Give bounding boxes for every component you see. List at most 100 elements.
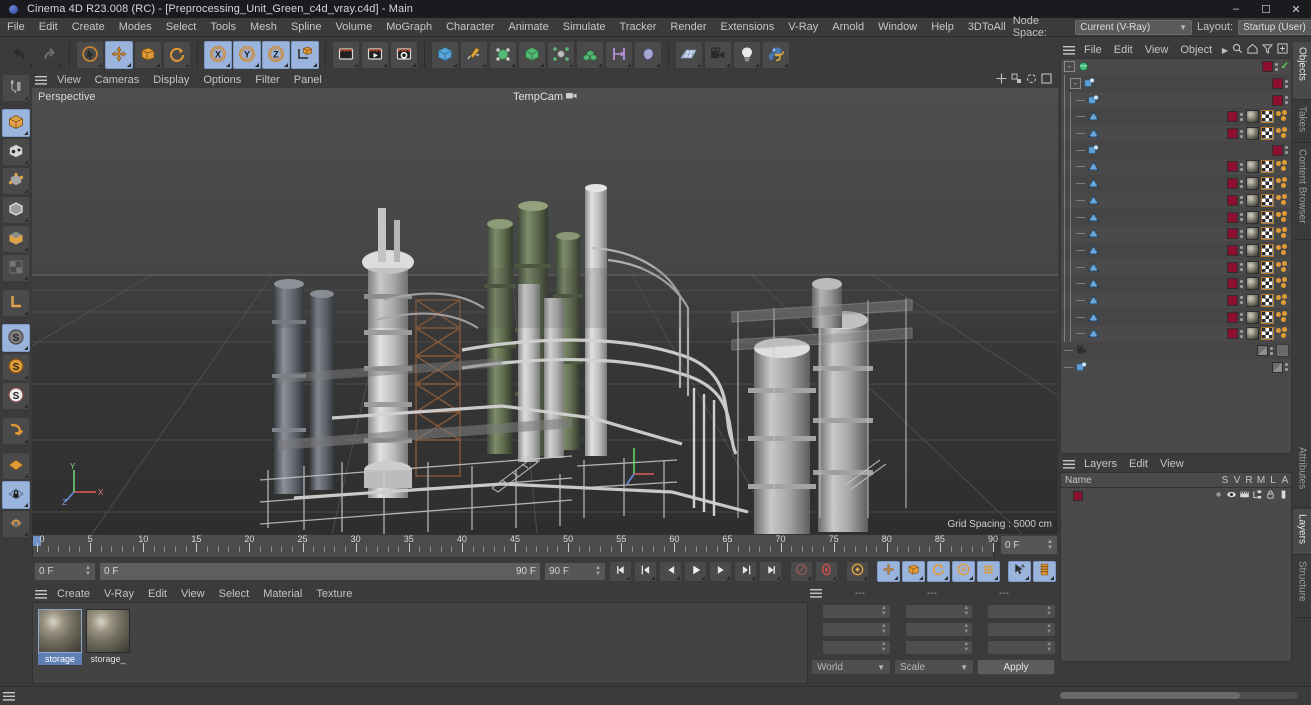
texture-tag-icon[interactable] [1261, 160, 1274, 174]
position-x-input[interactable]: ▲ ▼ [822, 603, 891, 619]
stepper-icon[interactable]: ▲ ▼ [1047, 539, 1053, 551]
coordinate-mode-select[interactable]: Scale ▼ [894, 659, 974, 675]
visibility-dots[interactable] [1240, 179, 1244, 188]
material-menu-material[interactable]: Material [256, 586, 309, 602]
visibility-dots[interactable] [1270, 346, 1274, 355]
material-tag-icon[interactable] [1246, 127, 1259, 141]
object-row[interactable] [1061, 291, 1291, 310]
visibility-dots[interactable] [1240, 112, 1244, 121]
vertical-tab-takes[interactable]: Takes [1293, 101, 1311, 143]
viewport-maximize-icon[interactable] [1041, 73, 1052, 87]
apply-button[interactable]: Apply [977, 659, 1055, 675]
menu-select[interactable]: Select [159, 18, 204, 37]
viewport-menu-panel[interactable]: Panel [287, 72, 329, 88]
viewport-menu-view[interactable]: View [50, 72, 88, 88]
layer-menu-view[interactable]: View [1154, 456, 1190, 472]
texture-tag-icon[interactable] [1261, 260, 1274, 274]
size-z-input[interactable]: ▲ ▼ [904, 639, 974, 655]
material-tag-icon[interactable] [1246, 260, 1259, 274]
viewport-move-icon[interactable] [996, 73, 1007, 87]
position-key-button[interactable] [877, 560, 900, 582]
texture-tag-icon[interactable] [1261, 277, 1274, 291]
visibility-dots[interactable] [1240, 162, 1244, 171]
uvw-tag-icon[interactable] [1276, 260, 1289, 274]
autokeying-button[interactable] [815, 560, 838, 582]
object-menu-edit[interactable]: Edit [1108, 42, 1139, 58]
tree-expander[interactable]: - [1064, 61, 1075, 73]
step-back-button[interactable] [659, 560, 682, 582]
menu-simulate[interactable]: Simulate [556, 18, 613, 37]
undo-button[interactable] [6, 41, 34, 69]
material-menu-select[interactable]: Select [212, 586, 257, 602]
stepper-icon[interactable]: ▲ ▼ [881, 605, 887, 617]
uvw-tag-icon[interactable] [1276, 210, 1289, 224]
texture-tag-icon[interactable] [1261, 193, 1274, 207]
layer-color-tag[interactable] [1227, 228, 1238, 240]
object-row[interactable] [1061, 141, 1291, 160]
object-row[interactable] [1061, 342, 1291, 360]
uvw-tag-icon[interactable] [1276, 227, 1289, 240]
planar-workplane-button[interactable] [2, 510, 30, 538]
redo-button[interactable] [35, 41, 63, 69]
uvw-tag-icon[interactable] [1276, 193, 1289, 207]
hamburger-icon[interactable] [808, 589, 824, 598]
horizontal-scrollbar[interactable] [1059, 691, 1299, 700]
uvw-tag-icon[interactable] [1276, 243, 1289, 257]
stepper-icon[interactable]: ▲ ▼ [881, 623, 887, 635]
material-menu-view[interactable]: View [174, 586, 212, 602]
menu-create[interactable]: Create [65, 18, 112, 37]
layer-color-tag[interactable] [1261, 61, 1273, 73]
move-tool[interactable] [105, 41, 133, 69]
viewport-rotate-icon[interactable] [1026, 73, 1037, 87]
hamburger-icon[interactable] [32, 589, 50, 599]
object-row[interactable]: - ✓ [1061, 59, 1291, 76]
visibility-dots[interactable] [1240, 279, 1244, 288]
layer-color-tag[interactable] [1227, 244, 1238, 256]
eye-icon[interactable] [1226, 489, 1237, 503]
uvw-tag-icon[interactable] [1276, 127, 1289, 140]
layer-row[interactable] [1061, 488, 1291, 504]
menu-character[interactable]: Character [439, 18, 501, 37]
object-menu-file[interactable]: File [1078, 42, 1108, 58]
rotation-h-input[interactable]: ▲ ▼ [987, 603, 1057, 619]
add-light-button[interactable] [733, 41, 761, 69]
stepper-icon[interactable]: ▲ ▼ [881, 641, 887, 653]
render-settings-button[interactable] [390, 41, 418, 69]
layer-color-tag[interactable] [1227, 194, 1238, 206]
visibility-dots[interactable] [1240, 263, 1244, 272]
texture-tag-icon[interactable] [1261, 243, 1274, 257]
visibility-dots[interactable] [1274, 62, 1279, 71]
layer-color-tag[interactable] [1227, 111, 1238, 123]
layer-color-tag[interactable] [1272, 78, 1283, 90]
scale-key-button[interactable] [902, 560, 925, 582]
material-tag-icon[interactable] [1246, 177, 1259, 191]
texture-tag-icon[interactable] [1261, 127, 1274, 141]
chevron-right-icon[interactable]: ▶ [1222, 46, 1228, 55]
lock-z-axis-button[interactable]: Z [262, 41, 290, 69]
position-z-input[interactable]: ▲ ▼ [822, 639, 891, 655]
menu-volume[interactable]: Volume [329, 18, 380, 37]
enable-snapping-button[interactable]: S [2, 324, 30, 352]
layer-color-tag[interactable] [1272, 361, 1283, 373]
uvw-tag-icon[interactable] [1276, 160, 1289, 173]
visibility-dots[interactable] [1240, 213, 1244, 222]
keyframe-selection-button[interactable] [846, 560, 869, 582]
visibility-dots[interactable] [1285, 79, 1289, 88]
layer-list[interactable] [1060, 487, 1292, 662]
add-panel-icon[interactable] [1277, 43, 1288, 57]
visibility-dots[interactable] [1240, 329, 1244, 338]
animation-icon[interactable] [1278, 489, 1289, 503]
step-forward-button[interactable] [709, 560, 732, 582]
uvw-tag-icon[interactable] [1276, 327, 1289, 340]
add-spline-button[interactable] [460, 41, 488, 69]
add-field-button[interactable] [605, 41, 633, 69]
menu-tracker[interactable]: Tracker [613, 18, 664, 37]
position-y-input[interactable]: ▲ ▼ [822, 621, 891, 637]
stepper-icon[interactable]: ▲ ▼ [963, 623, 969, 635]
uvw-tag-icon[interactable] [1276, 177, 1289, 190]
points-mode-button[interactable] [2, 167, 30, 195]
preview-range-bar[interactable]: 0 F 90 F [99, 561, 541, 581]
manager-icon[interactable] [1252, 489, 1263, 503]
model-mode-button[interactable] [2, 109, 30, 137]
viewport-3d[interactable]: Perspective TempCam Grid Spacing : 5000 … [32, 88, 1058, 534]
